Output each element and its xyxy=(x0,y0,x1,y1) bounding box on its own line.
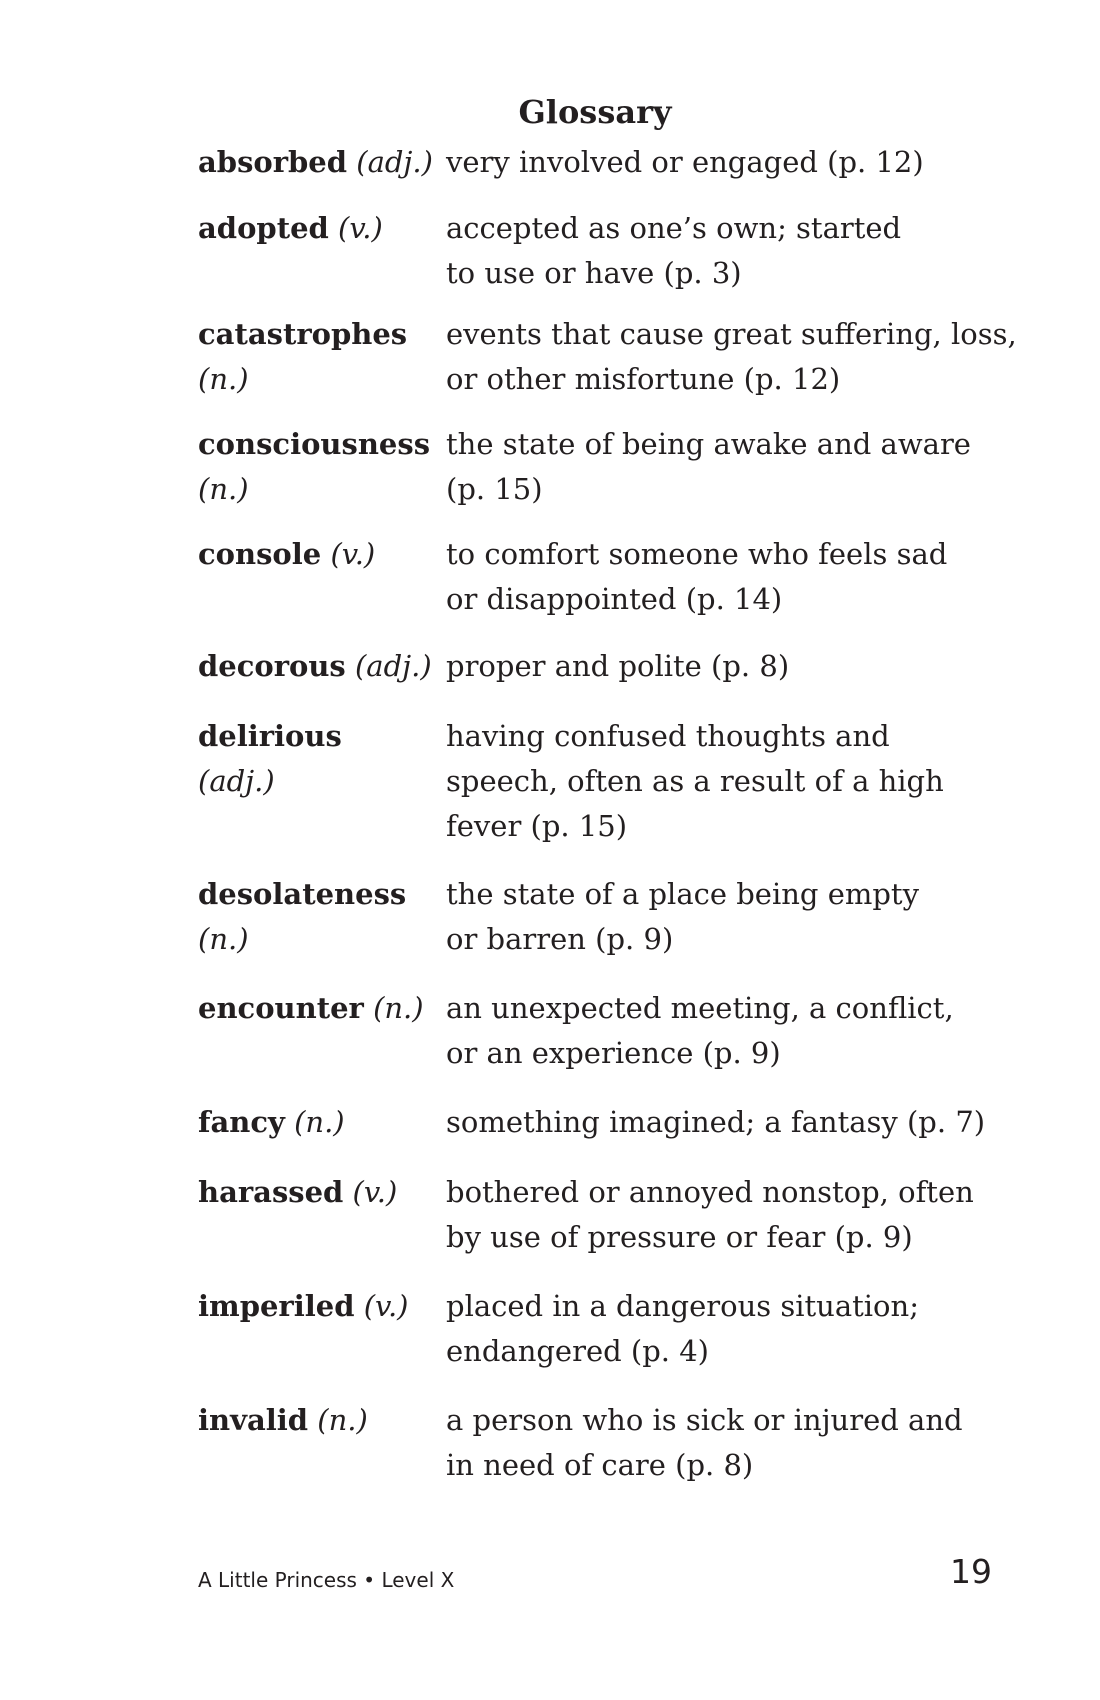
glossary-entry: console (v.) to comfort someone who feel… xyxy=(198,532,1018,644)
part-of-speech: (n.) xyxy=(373,991,424,1025)
glossary-entry: absorbed (adj.) very involved or engaged… xyxy=(198,140,1018,206)
part-of-speech: (n.) xyxy=(198,472,249,506)
term-word: invalid xyxy=(198,1403,309,1437)
glossary-term: fancy (n.) xyxy=(198,1100,446,1170)
glossary-definition: bothered or annoyed nonstop, often by us… xyxy=(446,1175,974,1254)
term-word: delirious xyxy=(198,719,342,753)
glossary-definition: the state of being awake and aware (p. 1… xyxy=(446,427,971,506)
glossary-entry: consciousness (n.) the state of being awa… xyxy=(198,422,1018,532)
glossary-term: desolateness (n.) xyxy=(198,872,446,986)
glossary-term: console (v.) xyxy=(198,532,446,644)
glossary-entry: adopted (v.) accepted as one’s own; star… xyxy=(198,206,1018,312)
glossary-definition: having confused thoughts and speech, oft… xyxy=(446,719,944,843)
glossary-entry: harassed (v.) bothered or annoyed nonsto… xyxy=(198,1170,1018,1284)
glossary-definition: an unexpected meeting, a conflict, or an… xyxy=(446,991,954,1070)
term-word: encounter xyxy=(198,991,364,1025)
glossary-definition: to comfort someone who feels sad or disa… xyxy=(446,537,948,616)
term-word: fancy xyxy=(198,1105,285,1139)
glossary-entry: catastrophes (n.) events that cause great… xyxy=(198,312,1018,422)
term-word: imperiled xyxy=(198,1289,355,1323)
term-word: console xyxy=(198,537,322,571)
part-of-speech: (adj.) xyxy=(198,764,275,798)
glossary-term: encounter (n.) xyxy=(198,986,446,1100)
part-of-speech: (v.) xyxy=(330,537,376,571)
glossary-term: decorous (adj.) xyxy=(198,644,446,714)
part-of-speech: (v.) xyxy=(338,211,383,245)
page-title: Glossary xyxy=(518,93,672,131)
glossary-definition: proper and polite (p. 8) xyxy=(446,649,790,683)
glossary-entry: desolateness (n.) the state of a place be… xyxy=(198,872,1018,986)
glossary-entry: encounter (n.) an unexpected meeting, a … xyxy=(198,986,1018,1100)
glossary-term: catastrophes (n.) xyxy=(198,312,446,422)
part-of-speech: (n.) xyxy=(198,362,249,396)
part-of-speech: (n.) xyxy=(317,1403,368,1437)
glossary-entry: invalid (n.) a person who is sick or inj… xyxy=(198,1398,1018,1508)
term-word: adopted xyxy=(198,211,329,245)
glossary-definition: events that cause great suffering, loss,… xyxy=(446,317,1017,396)
term-word: desolateness xyxy=(198,877,407,911)
glossary-term: imperiled (v.) xyxy=(198,1284,446,1398)
part-of-speech: (n.) xyxy=(198,922,249,956)
term-word: absorbed xyxy=(198,145,348,179)
part-of-speech: (v.) xyxy=(352,1175,398,1209)
glossary-definition: the state of a place being empty or barr… xyxy=(446,877,919,956)
glossary-term: invalid (n.) xyxy=(198,1398,446,1508)
term-word: consciousness xyxy=(198,427,431,461)
page-number: 19 xyxy=(950,1552,992,1591)
glossary-term: consciousness (n.) xyxy=(198,422,446,532)
glossary-definition: very involved or engaged (p. 12) xyxy=(446,145,924,179)
part-of-speech: (v.) xyxy=(363,1289,409,1323)
part-of-speech: (adj.) xyxy=(354,649,432,683)
glossary-term: harassed (v.) xyxy=(198,1170,446,1284)
glossary-definition: placed in a dangerous situation; endange… xyxy=(446,1289,919,1368)
part-of-speech: (n.) xyxy=(294,1105,345,1139)
part-of-speech: (adj.) xyxy=(356,145,433,179)
glossary-entry: delirious (adj.) having confused thoughts… xyxy=(198,714,1018,872)
glossary-term: adopted (v.) xyxy=(198,206,446,312)
term-word: harassed xyxy=(198,1175,344,1209)
glossary-entry: imperiled (v.) placed in a dangerous sit… xyxy=(198,1284,1018,1398)
book-footer: A Little Princess • Level X xyxy=(198,1568,455,1592)
glossary-entry: fancy (n.) something imagined; a fantasy… xyxy=(198,1100,1018,1170)
glossary-definition: something imagined; a fantasy (p. 7) xyxy=(446,1105,986,1139)
term-word: catastrophes xyxy=(198,317,408,351)
glossary-term: delirious (adj.) xyxy=(198,714,446,872)
term-word: decorous xyxy=(198,649,346,683)
glossary-term: absorbed (adj.) xyxy=(198,140,446,206)
glossary-definition: a person who is sick or injured and in n… xyxy=(446,1403,963,1482)
glossary-page: Glossary absorbed (adj.) very involved o… xyxy=(0,0,1100,1700)
glossary-entry: decorous (adj.) proper and polite (p. 8) xyxy=(198,644,1018,714)
glossary-list: absorbed (adj.) very involved or engaged… xyxy=(198,140,1018,1508)
glossary-definition: accepted as one’s own; started to use or… xyxy=(446,211,902,290)
